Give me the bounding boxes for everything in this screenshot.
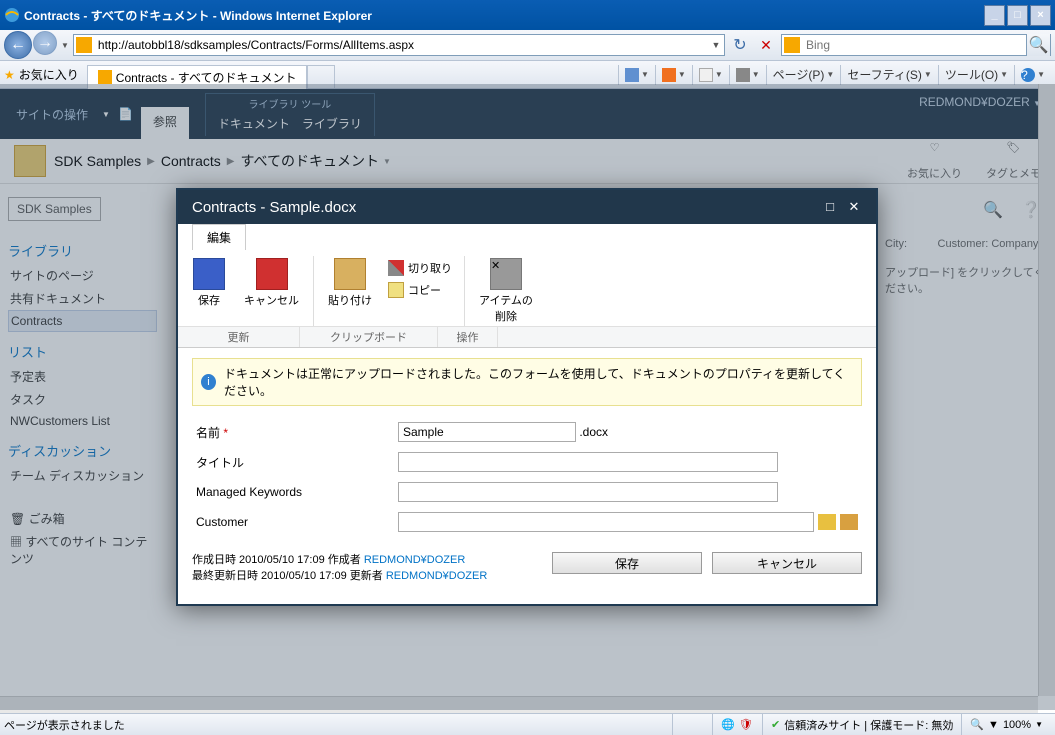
window-close-button[interactable]: × [1030,5,1051,26]
search-button[interactable]: 🔍 [1026,34,1050,56]
tab-title: Contracts - すべてのドキュメント [116,69,297,86]
dialog-maximize-button[interactable]: □ [822,199,838,215]
name-extension: .docx [579,425,608,439]
customer-label: Customer [194,508,394,536]
save-icon [193,258,225,290]
world-icon: 🌐 [721,718,735,731]
info-message-bar: i ドキュメントは正常にアップロードされました。このフォームを使用して、ドキュメ… [192,358,862,406]
favorites-star-icon[interactable]: ★ [4,68,15,82]
name-label: 名前 [196,426,220,440]
ribbon-group-clipboard: クリップボード [300,327,438,347]
url-dropdown[interactable]: ▼ [708,40,724,50]
edit-tab[interactable]: 編集 [192,224,246,250]
browser-navbar: ← → ▼ ▼ ↻ ✕ 🔍 [0,30,1055,61]
security-zone[interactable]: ✔信頼済みサイト | 保護モード: 無効 [762,714,961,735]
search-bar[interactable]: 🔍 [781,34,1051,56]
address-bar[interactable]: ▼ [73,34,725,56]
modified-by-link[interactable]: REDMOND¥DOZER [386,570,487,582]
dialog-title: Contracts - Sample.docx [192,199,356,216]
help-button[interactable]: ?▼ [1014,65,1051,85]
name-input[interactable] [398,422,576,442]
bing-icon [784,37,800,53]
dialog-footer: 作成日時 2010/05/10 17:09 作成者 REDMOND¥DOZER … [178,548,876,604]
customer-input[interactable] [398,512,814,532]
required-indicator: * [223,426,228,440]
ribbon-group-update: 更新 [178,327,300,347]
delete-icon: ✕ [490,258,522,290]
save-button[interactable]: 保存 [188,256,230,326]
forward-button[interactable]: → [33,31,57,55]
ie-icon [4,7,20,23]
managed-keywords-input[interactable] [398,482,778,502]
print-button[interactable]: ▼ [729,65,766,85]
cut-button[interactable]: 切り取り [386,258,454,278]
created-by-link[interactable]: REDMOND¥DOZER [364,554,465,566]
tab-site-icon [98,70,112,84]
cancel-form-button[interactable]: キャンセル [712,552,862,574]
status-seg-icons: 🌐🛡 [712,714,762,735]
window-title: Contracts - すべてのドキュメント - Windows Interne… [24,7,984,24]
status-bar: ページが表示されました 🌐🛡 ✔信頼済みサイト | 保護モード: 無効 🔍▼10… [0,713,1055,735]
stop-button[interactable]: ✕ [755,34,777,56]
search-input[interactable] [802,38,1026,52]
safety-menu[interactable]: セーフティ(S)▼ [840,65,937,85]
url-input[interactable] [94,38,708,52]
properties-form: 名前 * .docx タイトル Managed Keywords Custome… [192,416,862,538]
browse-icon[interactable] [840,514,858,530]
home-button[interactable]: ▼ [618,65,655,85]
title-input[interactable] [398,452,778,472]
cut-icon [388,260,404,276]
dialog-body: i ドキュメントは正常にアップロードされました。このフォームを使用して、ドキュメ… [178,348,876,548]
ribbon-group-operations: 操作 [438,327,498,347]
help-icon: ? [1021,68,1035,82]
cancel-button[interactable]: キャンセル [240,256,303,326]
shield-icon: 🛡 [739,718,753,731]
metadata-text: 作成日時 2010/05/10 17:09 作成者 REDMOND¥DOZER … [192,552,532,584]
rss-button[interactable]: ▼ [655,65,692,85]
info-icon: i [201,374,216,390]
site-icon [76,37,92,53]
zoom-control[interactable]: 🔍▼100% ▼ [961,714,1051,735]
paste-button[interactable]: 貼り付け [324,256,376,326]
status-message: ページが表示されました [4,717,125,733]
refresh-button[interactable]: ↻ [729,34,751,56]
window-maximize-button[interactable]: □ [1007,5,1028,26]
print-icon [736,68,750,82]
home-icon [625,68,639,82]
copy-button[interactable]: コピー [386,280,454,300]
title-label: タイトル [194,448,394,476]
recent-dropdown[interactable]: ▼ [61,41,69,50]
dialog-close-button[interactable]: ✕ [846,199,862,215]
back-button[interactable]: ← [4,31,32,59]
mail-button[interactable]: ▼ [692,65,729,85]
rss-icon [662,68,676,82]
managed-keywords-label: Managed Keywords [194,478,394,506]
window-minimize-button[interactable]: _ [984,5,1005,26]
edit-properties-dialog: Contracts - Sample.docx □ ✕ 編集 保存 キャンセル … [176,188,878,606]
status-seg-blank [672,714,712,735]
dialog-ribbon: 編集 保存 キャンセル 貼り付け 切り取り コピー ✕アイテムの削除 更新 クリ… [178,224,876,348]
zoom-icon: 🔍 [970,718,984,731]
mail-icon [699,68,713,82]
delete-item-button[interactable]: ✕アイテムの削除 [475,256,537,326]
cancel-icon [256,258,288,290]
check-icon: ✔ [771,718,780,731]
tools-menu[interactable]: ツール(O)▼ [938,65,1014,85]
save-form-button[interactable]: 保存 [552,552,702,574]
check-names-icon[interactable] [818,514,836,530]
window-titlebar: Contracts - すべてのドキュメント - Windows Interne… [0,0,1055,30]
page-menu[interactable]: ページ(P)▼ [766,65,841,85]
info-message-text: ドキュメントは正常にアップロードされました。このフォームを使用して、ドキュメント… [224,365,853,399]
favorites-label[interactable]: お気に入り [19,66,79,83]
paste-icon [334,258,366,290]
copy-icon [388,282,404,298]
